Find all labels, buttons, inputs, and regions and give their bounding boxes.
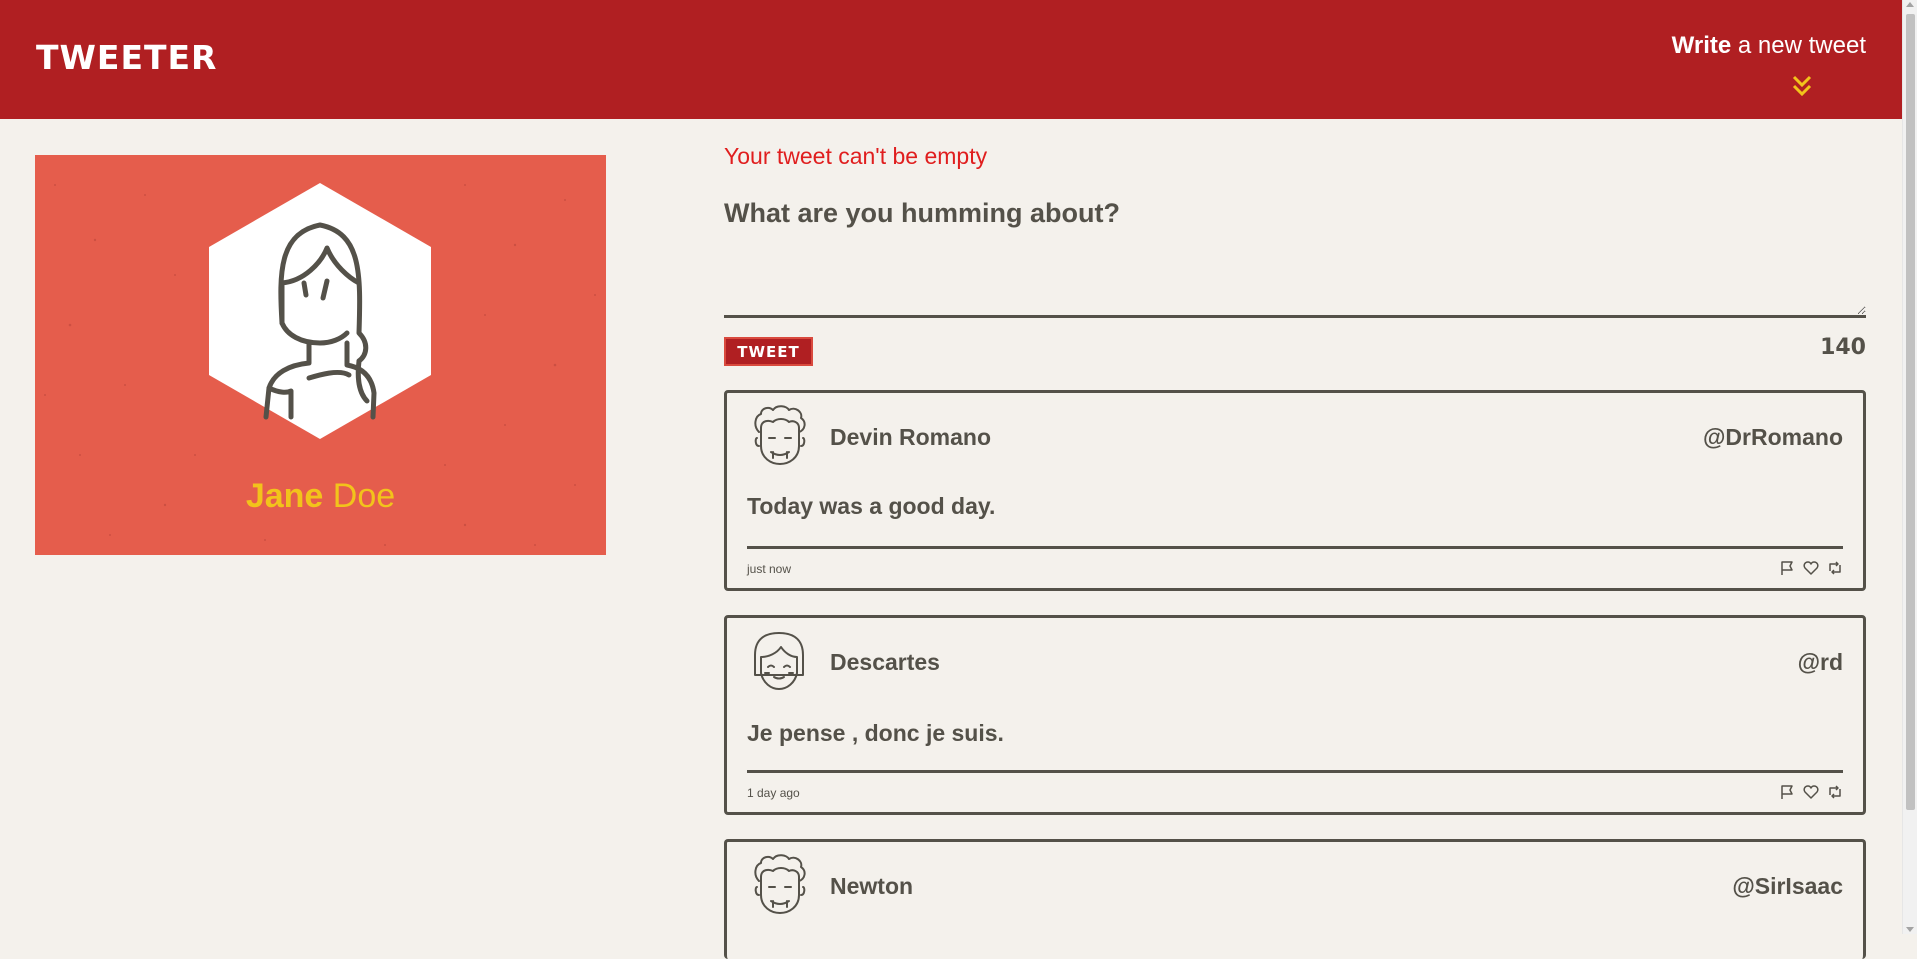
profile-name: Jane Doe — [35, 477, 606, 516]
flag-icon[interactable] — [1779, 784, 1795, 800]
tweet-card: Descartes @rd Je pense , donc je suis. 1… — [724, 615, 1866, 815]
curly-hair-avatar-icon — [754, 405, 806, 465]
tweet-card: Newton @SirIsaac — [724, 839, 1866, 959]
tweet-author-handle[interactable]: @DrRomano — [1703, 424, 1843, 451]
woman-avatar-icon — [209, 183, 431, 439]
scroll-thumb[interactable] — [1906, 14, 1915, 810]
tweet-author-name: Newton — [830, 873, 914, 899]
tweet-card: Devin Romano @DrRomano Today was a good … — [724, 390, 1866, 591]
retweet-icon[interactable] — [1827, 560, 1843, 576]
tweet-error-message: Your tweet can't be empty — [724, 143, 988, 169]
double-chevron-down-icon[interactable] — [1791, 74, 1813, 98]
tweet-timestamp: 1 day ago — [747, 786, 800, 800]
tweet-actions — [1779, 784, 1843, 800]
scroll-down-arrow-icon[interactable] — [1906, 927, 1914, 932]
tweet-divider — [747, 546, 1843, 549]
tweet-author-name: Devin Romano — [830, 424, 992, 450]
scroll-up-arrow-icon[interactable] — [1906, 2, 1914, 7]
tweet-author-handle[interactable]: @SirIsaac — [1732, 873, 1843, 900]
tweet-submit-button[interactable]: TWEET — [724, 337, 813, 366]
compose-toggle-rest: a new tweet — [1731, 32, 1866, 59]
tweet-author-name: Descartes — [830, 649, 940, 675]
profile-first-name: Jane — [245, 477, 324, 515]
profile-card: Jane Doe — [35, 155, 606, 555]
tweet-textarea[interactable] — [724, 192, 1866, 318]
compose-toggle-strong: Write — [1671, 32, 1732, 59]
tweet-divider — [747, 770, 1843, 773]
retweet-icon[interactable] — [1827, 784, 1843, 800]
flag-icon[interactable] — [1779, 560, 1795, 576]
bob-hair-avatar-icon — [754, 632, 804, 690]
profile-last-name: Doe — [332, 477, 396, 515]
page-scrollbar[interactable] — [1902, 0, 1917, 934]
tweet-author-handle[interactable]: @rd — [1798, 649, 1843, 676]
tweet-content: Je pense , donc je suis. — [747, 720, 1004, 746]
tweet-content: Today was a good day. — [747, 493, 996, 519]
tweet-actions — [1779, 560, 1843, 576]
character-counter: 140 — [1820, 335, 1866, 360]
heart-icon[interactable] — [1803, 784, 1819, 800]
curly-hair-avatar-icon — [754, 854, 806, 914]
heart-icon[interactable] — [1803, 560, 1819, 576]
tweet-timestamp: just now — [747, 562, 792, 576]
header-bar: TWEETER Write a new tweet — [0, 0, 1902, 119]
write-new-tweet-toggle[interactable]: Write a new tweet — [1672, 32, 1866, 60]
app-logo[interactable]: TWEETER — [36, 38, 217, 77]
